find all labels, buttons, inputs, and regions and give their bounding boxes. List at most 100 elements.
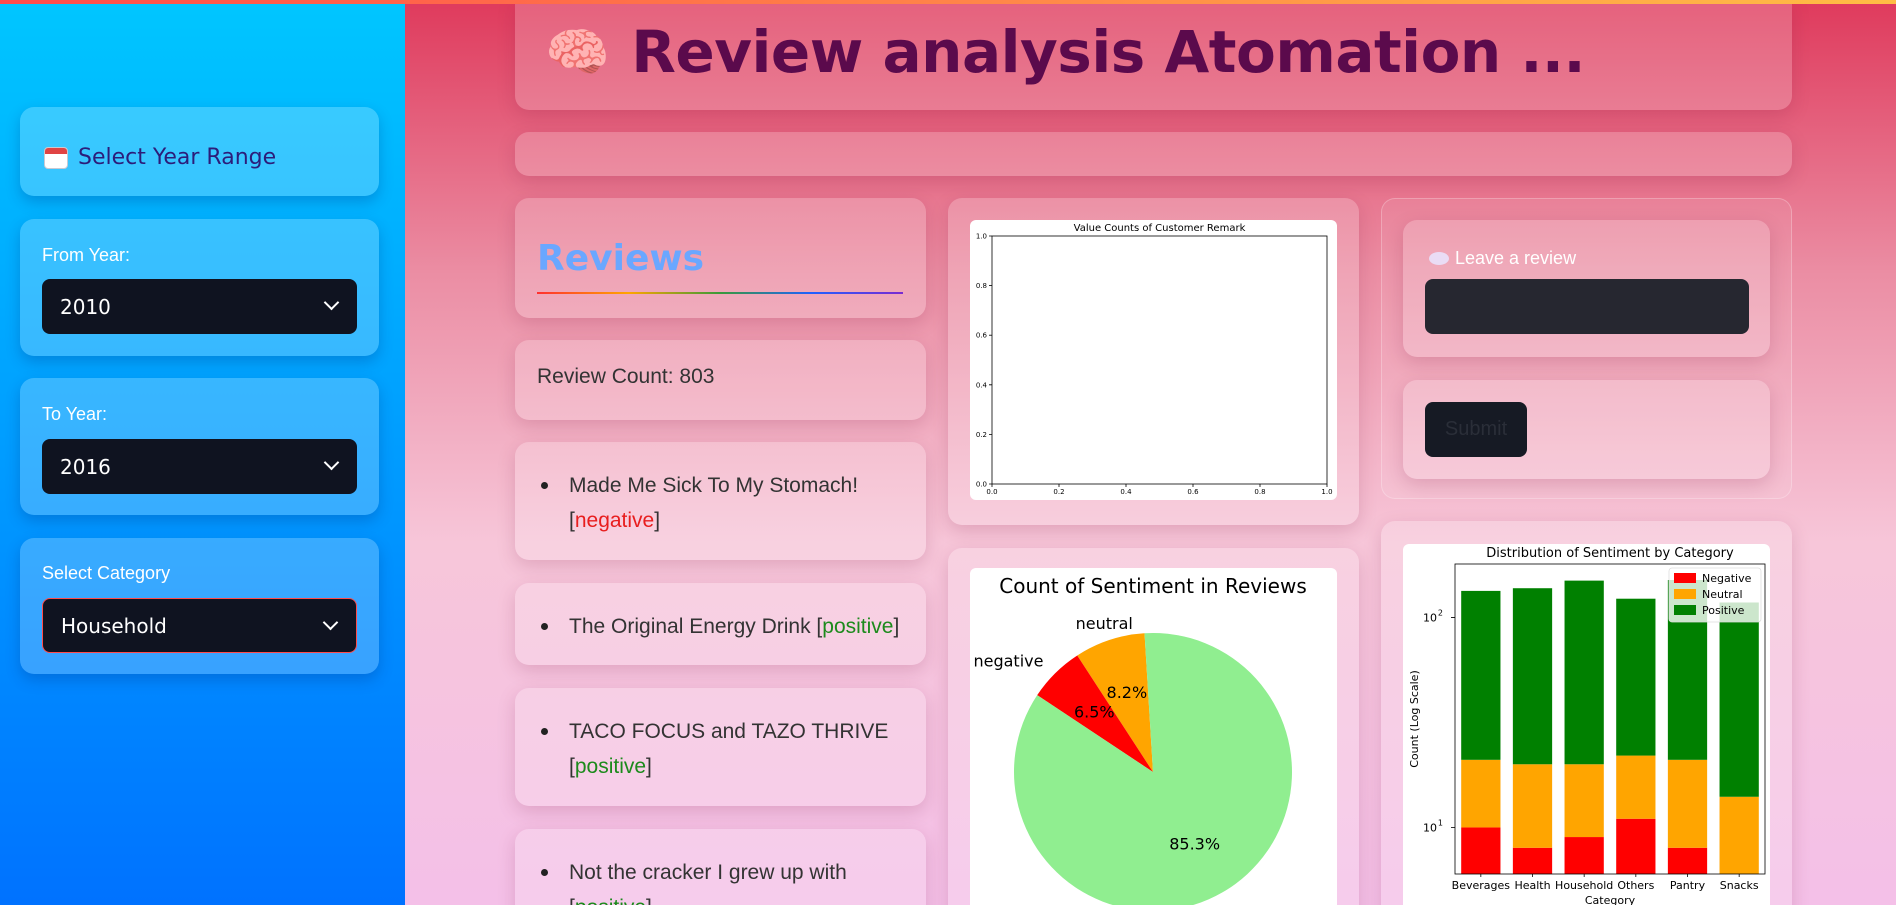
y-tick-label: 0.0 <box>976 481 987 489</box>
submit-card: Submit <box>1403 380 1770 479</box>
chevron-down-icon <box>323 294 340 311</box>
bar-segment <box>1719 796 1759 874</box>
x-tick-label: Health <box>1514 879 1550 892</box>
brain-icon: 🧠 <box>545 22 610 83</box>
bar-segment <box>1667 847 1708 874</box>
review-count: Review Count: 803 <box>537 365 715 388</box>
review-text: Not the cracker I grew up with <box>569 861 847 884</box>
y-tick-label: 0.8 <box>976 282 987 290</box>
chart-title: Distribution of Sentiment by Category <box>1486 546 1734 561</box>
legend-label: Positive <box>1702 604 1745 617</box>
reviews-header-card: Reviews <box>515 198 926 318</box>
y-tick-label: 0.2 <box>976 431 987 439</box>
list-item: TACO FOCUS and TAZO THRIVE [positive] <box>537 714 910 784</box>
x-tick-label: Household <box>1555 879 1613 892</box>
bar-segment <box>1667 759 1708 848</box>
x-tick-label: 1.0 <box>1321 488 1332 496</box>
x-tick-label: 0.2 <box>1053 488 1064 496</box>
y-axis-label: Count (Log Scale) <box>1408 670 1421 768</box>
from-year-value: 2010 <box>60 294 111 319</box>
leave-review-text: Leave a review <box>1455 248 1577 268</box>
y-tick-label: 0.6 <box>976 332 988 340</box>
calendar-icon <box>44 146 68 169</box>
year-range-label: Select Year Range <box>78 145 277 170</box>
from-year-card: From Year: 2010 <box>20 219 379 356</box>
review-text: TACO FOCUS and TAZO THRIVE <box>569 720 889 743</box>
page-title-text: Review analysis Atomation ... <box>631 18 1585 86</box>
review-input[interactable] <box>1425 279 1749 334</box>
pie-percent-label: 6.5% <box>1074 703 1115 722</box>
bar-segment <box>1564 580 1604 765</box>
reviews-heading: Reviews <box>537 238 705 279</box>
bar-segment <box>1461 827 1501 874</box>
y-tick-label: 0.4 <box>976 381 988 389</box>
sentiment-label: negative <box>574 509 655 532</box>
list-item: Made Me Sick To My Stomach! [negative] <box>537 468 910 538</box>
review-card: Made Me Sick To My Stomach! [negative] <box>515 442 926 560</box>
category-select[interactable]: Household <box>42 598 357 653</box>
chart-title: Count of Sentiment in Reviews <box>999 574 1307 598</box>
category-value: Household <box>61 613 167 638</box>
x-tick-label: 0.8 <box>1254 488 1265 496</box>
x-tick-label: Pantry <box>1670 879 1706 892</box>
category-chart-card: Distribution of Sentiment by Category Bev… <box>1381 521 1792 905</box>
to-year-select[interactable]: 2016 <box>42 439 357 494</box>
x-tick-label: Others <box>1617 879 1654 892</box>
category-sentiment-chart: Distribution of Sentiment by Category Bev… <box>1408 546 1766 905</box>
bar-segment <box>1512 588 1553 765</box>
review-card: The Original Energy Drink [positive] <box>515 583 926 665</box>
x-axis-label: Category <box>1585 894 1636 905</box>
chevron-down-icon <box>323 454 340 471</box>
x-tick-label: 0.6 <box>1187 488 1199 496</box>
sentiment-label: positive <box>575 896 646 905</box>
review-text: Made Me Sick To My Stomach! <box>569 474 859 497</box>
y-tick-exponent: 1 <box>1438 818 1443 827</box>
empty-banner <box>515 132 1792 176</box>
legend-label: Negative <box>1702 572 1752 585</box>
year-range-card: Select Year Range <box>20 107 379 196</box>
rainbow-divider <box>537 292 903 294</box>
category-sentiment-plot: Distribution of Sentiment by Category Bev… <box>1403 544 1770 905</box>
y-tick-label: 10 <box>1423 821 1437 834</box>
bar-segment <box>1616 598 1656 756</box>
list-item: The Original Energy Drink [positive] <box>537 609 910 644</box>
review-card: TACO FOCUS and TAZO THRIVE [positive] <box>515 688 926 806</box>
value-counts-chart: Value Counts of Customer Remark 0.0 0.2 0.4… <box>976 223 1333 496</box>
bar-segment <box>1564 764 1604 838</box>
value-counts-plot: Value Counts of Customer Remark 0.0 0.2 0.4… <box>970 220 1337 500</box>
x-tick-label: Beverages <box>1452 879 1511 892</box>
review-card: Not the cracker I grew up with [positive… <box>515 829 926 905</box>
leave-review-label: Leave a review <box>1429 248 1576 269</box>
legend-swatch <box>1674 573 1696 583</box>
title-card: 🧠 Review analysis Atomation ... <box>515 0 1792 110</box>
category-card: Select Category Household <box>20 538 379 674</box>
from-year-label: From Year: <box>42 245 131 265</box>
bar-segment <box>1512 847 1553 874</box>
review-text: The Original Energy Drink <box>569 615 811 638</box>
y-tick-exponent: 2 <box>1438 609 1443 618</box>
top-accent-line <box>0 0 1896 4</box>
submit-button[interactable]: Submit <box>1425 402 1527 457</box>
sidebar: Select Year Range From Year: 2010 To Yea… <box>0 0 405 905</box>
x-tick-label: 0.4 <box>1120 488 1132 496</box>
bar-segment <box>1512 764 1553 848</box>
sentiment-pie-chart: Count of Sentiment in Reviews 8.2% neutral… <box>973 574 1307 905</box>
legend-swatch <box>1674 605 1696 615</box>
bar-segment <box>1564 837 1604 874</box>
chart-title: Value Counts of Customer Remark <box>1074 223 1246 234</box>
to-year-value: 2016 <box>60 454 111 479</box>
bar-segment <box>1616 818 1656 874</box>
page-title: 🧠 Review analysis Atomation ... <box>545 18 1585 86</box>
bar-segment <box>1461 759 1501 828</box>
from-year-select[interactable]: 2010 <box>42 279 357 334</box>
pie-category-label: negative <box>973 651 1043 670</box>
bar-segment <box>1719 602 1759 797</box>
to-year-card: To Year: 2016 <box>20 378 379 515</box>
sentiment-pie-plot: Count of Sentiment in Reviews 8.2% neutral… <box>970 568 1337 905</box>
pie-category-label: neutral <box>1076 614 1133 633</box>
speech-bubble-icon <box>1429 252 1449 265</box>
bar-segment <box>1616 755 1656 819</box>
pie-percent-label: 8.2% <box>1107 683 1148 702</box>
sentiment-label: positive <box>822 615 894 638</box>
chevron-down-icon <box>322 614 339 631</box>
